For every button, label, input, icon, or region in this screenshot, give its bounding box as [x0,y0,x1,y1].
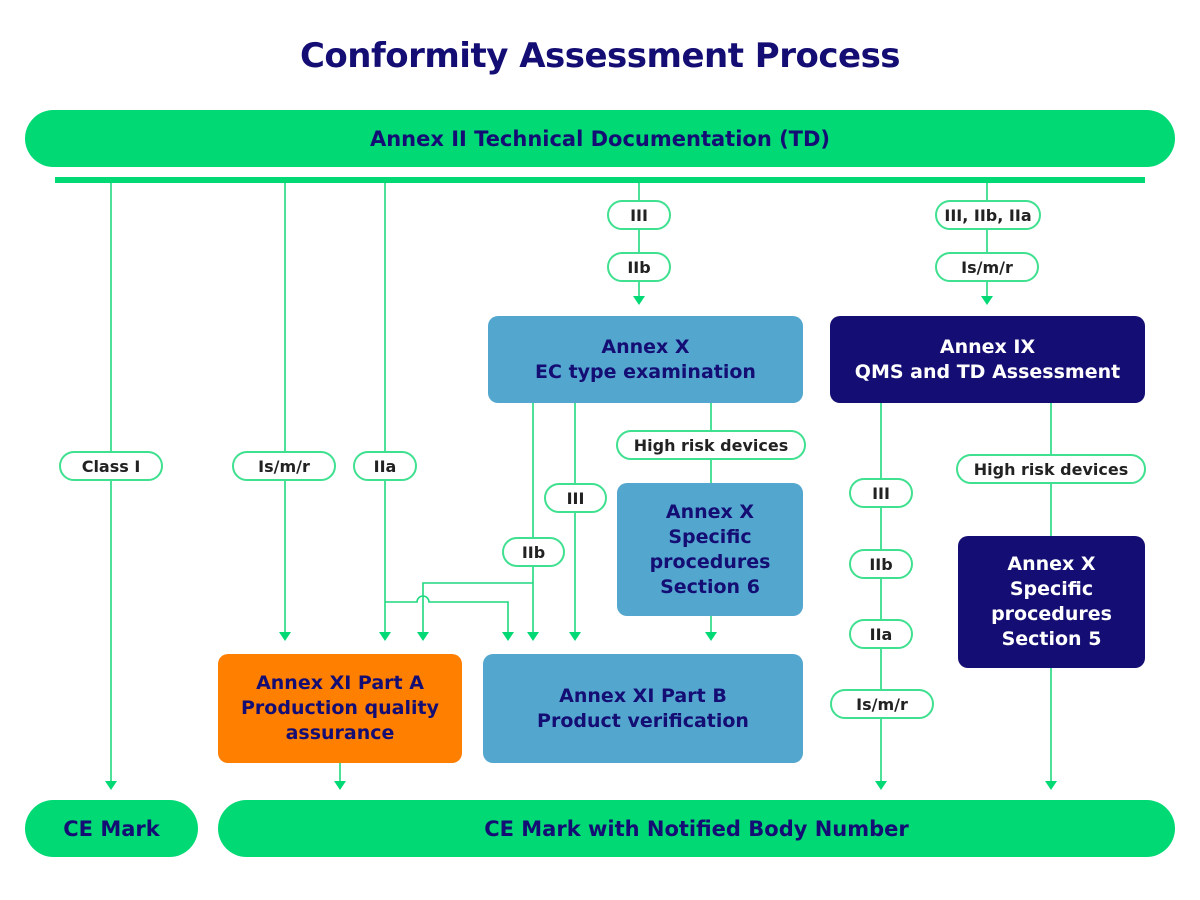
pill-ix-class-iia: IIa [849,619,913,649]
pill-high-risk-devices-mid: High risk devices [616,430,806,460]
pill-high-risk-devices-right: High risk devices [956,454,1146,484]
arrowhead-icon [633,296,645,305]
ce-mark-notified-body-label: CE Mark with Notified Body Number [484,816,909,841]
pill-left-ismr: Is/m/r [232,451,336,481]
arrowhead-icon [279,632,291,641]
arrowhead-icon [875,781,887,790]
arrowhead-icon [379,632,391,641]
pill-ix-ismr-lower: Is/m/r [830,689,934,719]
conformity-assessment-diagram: Conformity Assessment Process Annex II T… [0,0,1200,900]
connector-iia-to-part-b [385,595,509,632]
pill-x-class-iib: IIb [502,537,565,567]
annex-ix-qms-td-assessment-box: Annex IX QMS and TD Assessment [830,316,1145,403]
arrowhead-icon [334,781,346,790]
arrowhead-icon [1045,781,1057,790]
pill-x-class-iii: III [544,483,607,513]
arrowhead-icon [417,632,429,641]
annex-x-section-5-box: Annex X Specific procedures Section 5 [958,536,1145,668]
pill-ec-class-iib: IIb [607,252,671,282]
annex-ii-technical-documentation-bar: Annex II Technical Documentation (TD) [25,110,1175,167]
ce-mark-label: CE Mark [63,816,160,841]
arrowhead-icon [705,632,717,641]
annex-x-ec-type-examination-box: Annex X EC type examination [488,316,803,403]
arrowhead-icon [569,632,581,641]
arrowhead-icon [981,296,993,305]
pill-ix-ismr: Is/m/r [935,252,1039,282]
distribution-line [55,177,1145,183]
pill-left-iia: IIa [353,451,417,481]
annex-x-section-6-box: Annex X Specific procedures Section 6 [617,483,803,616]
pill-class-i: Class I [59,451,163,481]
pill-ix-classes: III, IIb, IIa [935,200,1041,230]
arrowhead-icon [502,632,514,641]
pill-ix-class-iii: III [849,478,913,508]
arrowhead-icon [527,632,539,641]
ce-mark-bar: CE Mark [25,800,198,857]
connector-iib-to-part-a [422,582,533,632]
pill-ec-class-iii: III [607,200,671,230]
ce-mark-notified-body-bar: CE Mark with Notified Body Number [218,800,1175,857]
pill-ix-class-iib: IIb [849,549,913,579]
annex-ii-label: Annex II Technical Documentation (TD) [369,126,831,151]
arrowhead-icon [105,781,117,790]
page-title: Conformity Assessment Process [299,36,901,76]
annex-xi-part-a-box: Annex XI Part A Production quality assur… [218,654,462,763]
annex-xi-part-b-box: Annex XI Part B Product verification [483,654,803,763]
